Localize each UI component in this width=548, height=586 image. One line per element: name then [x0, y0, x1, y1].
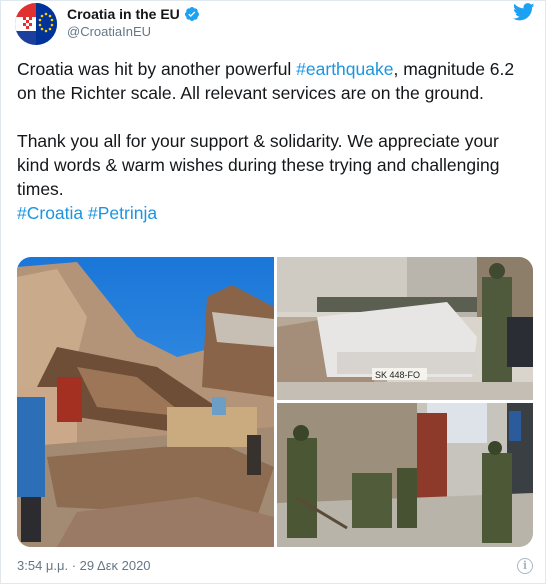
- tweet-timestamp[interactable]: 3:54 μ.μ. · 29 Δεκ 2020: [17, 558, 151, 573]
- tweet-header: Croatia in the EU @CroatiaInEU: [15, 3, 535, 45]
- tweet-card: Croatia in the EU @CroatiaInEU Croatia w…: [0, 0, 546, 584]
- tweet-hashtags: #Croatia #Petrinja: [17, 201, 533, 225]
- media-grid: SK 448-FO: [17, 257, 533, 547]
- info-icon[interactable]: i: [517, 558, 533, 574]
- hashtag-link[interactable]: #Croatia: [17, 203, 83, 223]
- tweet-text: Croatia was hit by another powerful #ear…: [17, 57, 533, 225]
- account-name[interactable]: Croatia in the EU: [67, 6, 180, 22]
- verified-badge-icon: [184, 7, 199, 21]
- hashtag-link[interactable]: #earthquake: [296, 59, 393, 79]
- photo-collapsed-building[interactable]: [17, 257, 274, 547]
- account-handle[interactable]: @CroatiaInEU: [67, 24, 151, 39]
- photo-soldiers-clearing[interactable]: [277, 403, 533, 547]
- twitter-bird-icon[interactable]: [513, 3, 535, 21]
- hashtag-link[interactable]: #Petrinja: [88, 203, 157, 223]
- tweet-paragraph-2: Thank you all for your support & solidar…: [17, 131, 500, 199]
- avatar[interactable]: [15, 3, 57, 45]
- photo-crushed-car[interactable]: SK 448-FO: [277, 257, 533, 400]
- license-plate: SK 448-FO: [375, 370, 420, 380]
- name-row: Croatia in the EU: [67, 6, 200, 22]
- tweet-paragraph-1: Croatia was hit by another powerful #ear…: [17, 59, 515, 103]
